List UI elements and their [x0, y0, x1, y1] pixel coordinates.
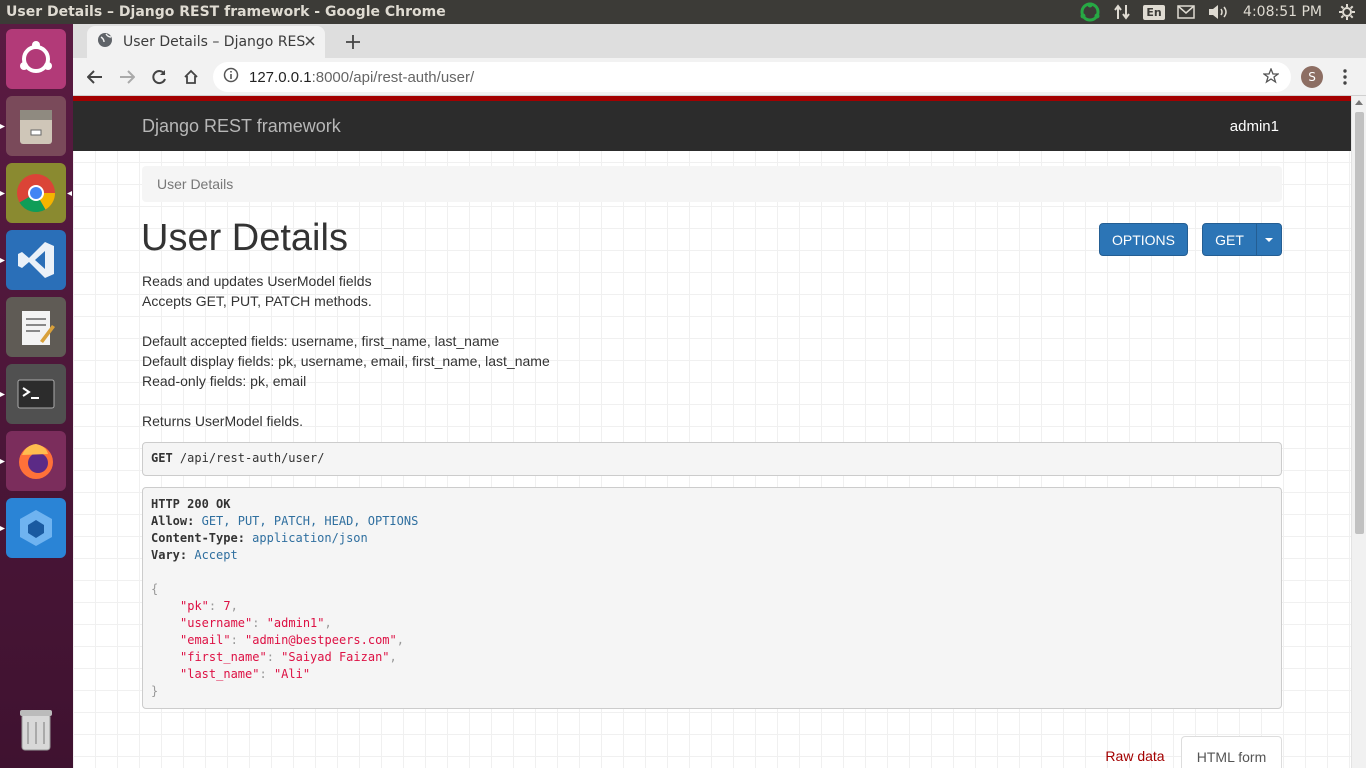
system-tray: En 4:08:51 PM — [1079, 0, 1366, 24]
back-button[interactable] — [81, 63, 109, 91]
json-close-brace: } — [151, 684, 159, 698]
json-value: "admin1" — [266, 616, 325, 630]
google-chrome-icon[interactable] — [6, 163, 66, 223]
running-indicator — [0, 191, 5, 196]
tab-strip: User Details – Django REST framework — [73, 24, 1366, 58]
drf-navbar: Django REST framework admin1 — [73, 96, 1351, 151]
sync-icon[interactable] — [1079, 2, 1101, 22]
settings-gear-icon[interactable] — [1336, 2, 1358, 22]
mail-icon[interactable] — [1175, 2, 1197, 22]
description-line: Accepts GET, PUT, PATCH methods. — [142, 293, 372, 309]
response-info: HTTP 200 OK Allow: GET, PUT, PATCH, HEAD… — [142, 487, 1282, 709]
arrow-right-icon — [120, 70, 135, 84]
clock[interactable]: 4:08:51 PM — [1243, 4, 1322, 20]
forward-button[interactable] — [113, 63, 141, 91]
json-value: "admin@bestpeers.com" — [245, 633, 397, 647]
globe-icon — [97, 32, 113, 52]
tab-html-form[interactable]: HTML form — [1181, 736, 1282, 768]
header-key: Allow: — [151, 514, 195, 528]
tab-raw-data[interactable]: Raw data — [1095, 736, 1175, 768]
request-method: GET — [151, 451, 173, 465]
info-icon[interactable] — [223, 67, 239, 87]
home-button[interactable] — [177, 63, 205, 91]
json-key: "email" — [180, 633, 231, 647]
drf-brand-link[interactable]: Django REST framework — [142, 116, 341, 137]
browser-toolbar: 127.0.0.1:8000/api/rest-auth/user/ S — [73, 58, 1366, 96]
reload-button[interactable] — [145, 63, 173, 91]
running-indicator — [0, 258, 5, 263]
terminal-icon[interactable] — [6, 364, 66, 424]
keyboard-layout-indicator[interactable]: En — [1143, 2, 1165, 22]
volume-icon[interactable] — [1207, 2, 1229, 22]
json-key: "last_name" — [180, 667, 260, 681]
header-key: Vary: — [151, 548, 188, 562]
network-icon[interactable] — [1111, 2, 1133, 22]
kebab-menu-icon — [1343, 69, 1347, 85]
header-value: application/json — [252, 531, 368, 545]
json-key: "username" — [180, 616, 253, 630]
response-status: HTTP 200 OK — [151, 497, 231, 511]
json-value: "Saiyad Faizan" — [281, 650, 390, 664]
window-title: User Details – Django REST framework - G… — [6, 4, 446, 20]
browser-tab[interactable]: User Details – Django REST framework — [87, 26, 325, 58]
tab-title: User Details – Django REST framework — [123, 34, 305, 50]
chrome-window: User Details – Django REST framework 127… — [73, 24, 1366, 768]
header-key: Content-Type: — [151, 531, 245, 545]
bookmark-star-icon[interactable] — [1262, 67, 1280, 88]
home-icon — [184, 69, 198, 84]
focused-indicator — [67, 191, 72, 196]
address-bar[interactable]: 127.0.0.1:8000/api/rest-auth/user/ — [213, 62, 1291, 92]
header-value: Accept — [194, 548, 238, 562]
app-icon[interactable] — [6, 498, 66, 558]
close-tab-icon[interactable] — [305, 34, 315, 50]
scroll-up-arrow-icon[interactable] — [1355, 100, 1363, 105]
description-line: Returns UserModel fields. — [142, 413, 304, 429]
url-host: 127.0.0.1 — [249, 68, 312, 86]
json-value: "Ali" — [273, 667, 311, 681]
unity-launcher — [0, 24, 73, 768]
running-indicator — [0, 392, 5, 397]
firefox-icon[interactable] — [6, 431, 66, 491]
json-open-brace: { — [151, 582, 159, 596]
description-line: Default accepted fields: username, first… — [142, 333, 500, 349]
caret-down-icon — [1265, 237, 1273, 242]
json-value: 7 — [223, 599, 231, 613]
url-path: :8000/api/rest-auth/user/ — [311, 68, 475, 86]
request-path: /api/rest-auth/user/ — [179, 451, 325, 465]
arrow-left-icon — [87, 70, 102, 84]
page-viewport: Django REST framework admin1 User Detail… — [73, 96, 1366, 768]
text-editor-icon[interactable] — [6, 297, 66, 357]
browser-menu-button[interactable] — [1335, 66, 1355, 88]
header-value: GET, PUT, PATCH, HEAD, OPTIONS — [201, 514, 419, 528]
json-key: "first_name" — [180, 650, 267, 664]
running-indicator — [0, 124, 5, 129]
description-line: Default display fields: pk, username, em… — [142, 353, 550, 369]
reload-icon — [152, 70, 166, 85]
scrollbar-thumb[interactable] — [1355, 112, 1364, 534]
url-text[interactable]: 127.0.0.1:8000/api/rest-auth/user/ — [249, 69, 474, 86]
request-info: GET /api/rest-auth/user/ — [142, 442, 1282, 476]
trash-icon[interactable] — [6, 700, 66, 760]
page-title: User Details — [141, 217, 348, 259]
get-button[interactable]: GET — [1202, 223, 1257, 256]
os-top-panel: User Details – Django REST framework - G… — [0, 0, 1366, 24]
new-tab-button[interactable] — [339, 28, 367, 56]
description-line: Reads and updates UserModel fields — [142, 273, 372, 289]
files-icon[interactable] — [6, 96, 66, 156]
breadcrumb: User Details — [142, 166, 1282, 202]
running-indicator — [0, 526, 5, 531]
plus-icon — [346, 35, 360, 49]
breadcrumb-item[interactable]: User Details — [157, 176, 233, 192]
vs-code-icon[interactable] — [6, 230, 66, 290]
options-button[interactable]: OPTIONS — [1099, 223, 1188, 256]
page-scrollbar[interactable] — [1351, 96, 1366, 768]
ubuntu-dash-icon[interactable] — [6, 29, 66, 89]
user-menu[interactable]: admin1 — [1230, 118, 1279, 135]
description-line: Read-only fields: pk, email — [142, 373, 307, 389]
running-indicator — [0, 459, 5, 464]
get-format-dropdown-button[interactable] — [1256, 223, 1282, 256]
profile-avatar[interactable]: S — [1301, 66, 1323, 88]
json-key: "pk" — [180, 599, 209, 613]
